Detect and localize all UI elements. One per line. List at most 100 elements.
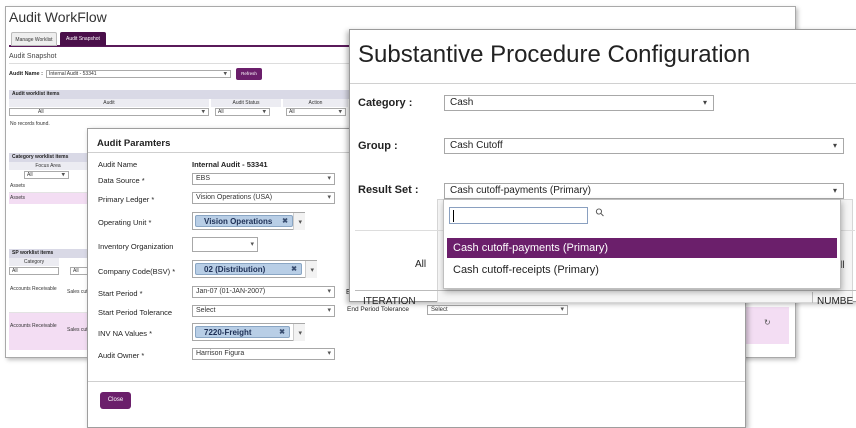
table-filter-all[interactable]: All (415, 259, 426, 270)
chevron-down-icon: ▾ (61, 171, 65, 179)
chevron-down-icon: ▾ (702, 98, 707, 107)
focus-area-filter[interactable]: All ▾ (24, 171, 69, 179)
category-items-header: Category worklist items (9, 153, 87, 162)
start-period-label: Start Period * (98, 289, 143, 298)
remove-icon[interactable]: ✖ (279, 327, 285, 338)
text-caret (453, 210, 454, 222)
tab-audit-snapshot[interactable]: Audit Snapshot (60, 32, 106, 46)
chevron-down-icon: ▾ (298, 218, 302, 226)
col-iteration: ITERATION (363, 296, 416, 307)
sp-detail-filter-value: All (73, 268, 79, 274)
refresh-button[interactable]: Refresh (236, 68, 262, 80)
refresh-icon[interactable]: ↻ (764, 318, 771, 327)
audit-name-value: Internal Audit - 53341 (49, 71, 97, 77)
group-value: Cash Cutoff (450, 140, 503, 151)
inv-na-value: 7220-Freight (204, 328, 252, 337)
category-select[interactable]: Cash ▾ (444, 95, 714, 111)
remove-icon[interactable]: ✖ (282, 216, 288, 227)
audit-filter-value: All (38, 109, 44, 115)
operating-unit-dropdown[interactable]: ▾ (293, 213, 305, 230)
company-code-dropdown[interactable]: ▾ (305, 261, 317, 278)
focus-area-filter-value: All (27, 172, 33, 178)
primary-ledger-label: Primary Ledger * (98, 195, 155, 204)
sp-category-filter-value: All (12, 268, 18, 274)
action-filter[interactable]: All ▾ (286, 108, 346, 116)
end-tolerance-select[interactable]: Select ▾ (427, 305, 568, 315)
divider (88, 381, 745, 382)
config-title: Substantive Procedure Configuration (358, 41, 751, 68)
primary-ledger-select[interactable]: Vision Operations (USA) ▾ (192, 192, 335, 204)
chevron-down-icon: ▾ (327, 175, 331, 182)
chevron-down-icon: ▾ (327, 288, 331, 295)
divider (812, 292, 813, 303)
chevron-down-icon: ▾ (327, 194, 331, 201)
start-tolerance-label: Start Period Tolerance (98, 308, 173, 317)
primary-ledger-value: Vision Operations (USA) (196, 194, 273, 201)
chevron-down-icon: ▾ (560, 306, 564, 313)
category-value: Cash (450, 97, 474, 108)
category-row[interactable]: Assets (10, 183, 25, 189)
chevron-down-icon: ▾ (327, 350, 331, 357)
end-tolerance-value: Select (431, 307, 448, 313)
audit-filter[interactable]: All ▾ (9, 108, 209, 116)
operating-unit-label: Operating Unit * (98, 218, 152, 227)
inv-na-dropdown[interactable]: ▾ (293, 324, 305, 341)
no-records-text: No records found. (10, 121, 50, 127)
sp-detail-filter[interactable]: All (70, 267, 88, 275)
operating-unit-chip: Vision Operations ✖ (195, 215, 293, 227)
result-set-select[interactable]: Cash cutoff-payments (Primary) ▾ (444, 183, 844, 199)
sp-category-filter[interactable]: All (9, 267, 59, 275)
sp-row-detail: Sales cut (67, 327, 88, 333)
audit-owner-label: Audit Owner * (98, 351, 145, 360)
result-set-dropdown: ⚲ Cash cutoff-payments (Primary) Cash cu… (443, 199, 841, 289)
col-focus-area: Focus Area (9, 162, 87, 170)
end-tolerance-label: End Period Tolerance (347, 306, 410, 313)
data-source-select[interactable]: EBS ▾ (192, 173, 335, 185)
operating-unit-value: Vision Operations (204, 217, 273, 226)
chevron-down-icon: ▾ (310, 266, 314, 274)
result-set-label: Result Set : (358, 184, 419, 196)
col-number: NUMBE (817, 296, 854, 307)
divider (355, 290, 856, 291)
audit-name-label: Audit Name (98, 160, 138, 169)
chevron-down-icon: ▾ (223, 70, 227, 78)
chevron-down-icon: ▾ (201, 108, 205, 116)
category-row[interactable]: Assets (10, 195, 25, 201)
chevron-down-icon: ▾ (262, 108, 266, 116)
tab-manage-worklist[interactable]: Manage Worklist (11, 32, 57, 46)
company-code-chip: 02 (Distribution) ✖ (195, 263, 302, 275)
company-code-field[interactable]: 02 (Distribution) ✖ ▾ (192, 260, 317, 278)
dialog-title: Audit Paramters (97, 138, 171, 149)
search-icon: ⚲ (593, 205, 608, 220)
option-cash-cutoff-payments[interactable]: Cash cutoff-payments (Primary) (447, 238, 837, 258)
inventory-org-select[interactable]: ▾ (192, 237, 258, 252)
category-label: Category : (358, 97, 413, 109)
audit-name-select[interactable]: Internal Audit - 53341 ▾ (46, 70, 231, 78)
sp-row-detail: Sales cut (67, 289, 88, 295)
data-source-value: EBS (196, 175, 211, 182)
result-set-search-input[interactable] (449, 207, 588, 224)
col-audit-status: Audit Status (211, 99, 281, 107)
col-action: Action (283, 99, 348, 107)
group-select[interactable]: Cash Cutoff ▾ (444, 138, 844, 154)
operating-unit-field[interactable]: Vision Operations ✖ ▾ (192, 212, 305, 230)
remove-icon[interactable]: ✖ (291, 264, 297, 275)
company-code-label: Company Code(BSV) * (98, 267, 176, 276)
audit-owner-value: Harrison Figura (196, 350, 245, 357)
audit-items-header: Audit worklist items (9, 90, 354, 99)
close-button[interactable]: Close (100, 392, 131, 409)
start-period-select[interactable]: Jan-07 (01-JAN-2007) ▾ (192, 286, 335, 298)
action-filter-value: All (289, 109, 295, 115)
status-filter[interactable]: All ▾ (215, 108, 270, 116)
audit-owner-select[interactable]: Harrison Figura ▾ (192, 348, 335, 360)
col-category: Category (9, 258, 59, 266)
start-period-value: Jan-07 (01-JAN-2007) (196, 288, 266, 295)
result-set-value: Cash cutoff-payments (Primary) (450, 185, 591, 196)
sp-items-header: SP worklist items (9, 249, 87, 258)
snapshot-heading: Audit Snapshot (9, 53, 57, 60)
chevron-down-icon: ▾ (298, 329, 302, 337)
start-tolerance-select[interactable]: Select ▾ (192, 305, 335, 317)
option-cash-cutoff-receipts[interactable]: Cash cutoff-receipts (Primary) (447, 260, 837, 280)
inv-na-field[interactable]: 7220-Freight ✖ ▾ (192, 323, 305, 341)
sp-row-category: Accounts Receivable (10, 323, 57, 329)
